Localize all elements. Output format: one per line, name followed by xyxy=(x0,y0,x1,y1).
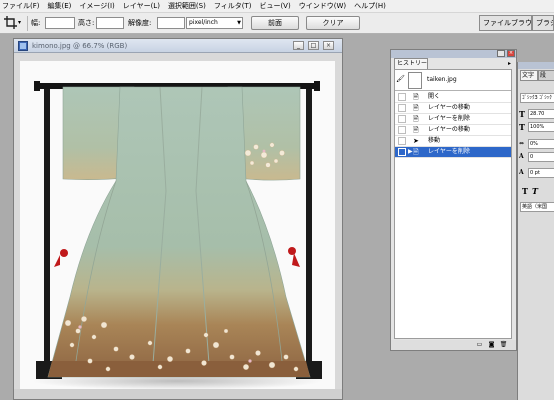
brushes-tab[interactable]: ブラシ xyxy=(532,15,554,31)
history-state-label: レイヤーの移動 xyxy=(428,104,470,111)
menu-view[interactable]: ビュー(V) xyxy=(255,0,294,13)
history-state-label: 移動 xyxy=(428,137,441,144)
menu-layer[interactable]: レイヤー(L) xyxy=(119,0,164,13)
history-panel: × ヒストリー ▸ 🖌 taiken.jpg 🗎 開く 🗎 レイヤーの移動 🗎 … xyxy=(390,49,517,351)
snapshot-thumbnail xyxy=(408,72,422,89)
trash-icon[interactable]: 🗑 xyxy=(499,341,508,349)
resolution-field[interactable] xyxy=(157,17,185,29)
menu-image[interactable]: イメージ(I) xyxy=(75,0,118,13)
tool-preset-caret-icon[interactable]: ▾ xyxy=(18,17,24,29)
faux-italic-icon[interactable]: T xyxy=(532,186,538,196)
history-snapshot[interactable]: 🖌 taiken.jpg xyxy=(395,70,511,91)
layer-action-icon: 🗎 xyxy=(413,115,419,123)
layer-action-icon: 🗎 xyxy=(413,126,419,134)
clear-button[interactable]: クリア xyxy=(306,16,360,30)
history-tab[interactable]: ヒストリー xyxy=(394,58,428,69)
resolution-unit-select[interactable]: pixel/inch ▼ xyxy=(186,17,243,29)
history-brush-box[interactable] xyxy=(398,126,406,134)
new-document-from-state-icon[interactable]: ▭ xyxy=(475,341,484,349)
close-icon[interactable]: × xyxy=(323,41,334,50)
crop-tool-icon[interactable] xyxy=(4,16,19,30)
layer-action-icon: 🗎 xyxy=(413,148,419,156)
history-panel-titlebar[interactable]: × xyxy=(391,50,516,58)
baseline-shift-icon: A xyxy=(519,169,524,176)
options-bar: ▾ 幅: 高さ: 解像度: pixel/inch ▼ 前面 クリア ファイルブラ… xyxy=(0,13,554,34)
history-brush-box[interactable] xyxy=(398,115,406,123)
character-tab[interactable]: 文字 xyxy=(520,70,538,81)
history-state[interactable]: 🗎 レイヤーの移動 xyxy=(395,125,511,136)
document-title: kimono.jpg @ 66.7% (RGB) xyxy=(32,42,128,50)
width-field[interactable] xyxy=(45,17,75,29)
chevron-down-icon: ▼ xyxy=(237,20,241,26)
panel-menu-arrow-icon[interactable]: ▸ xyxy=(508,60,511,67)
document-window: kimono.jpg @ 66.7% (RGB) _ □ × xyxy=(13,38,343,400)
image-canvas[interactable] xyxy=(20,61,335,389)
document-status-bar xyxy=(14,389,342,399)
menu-help[interactable]: ヘルプ(H) xyxy=(350,0,390,13)
resolution-label: 解像度: xyxy=(128,19,152,27)
font-size-field[interactable]: 28.70 xyxy=(528,109,554,119)
width-label: 幅: xyxy=(31,19,41,27)
kerning-field[interactable]: 0 xyxy=(528,152,554,162)
document-title-bar[interactable]: kimono.jpg @ 66.7% (RGB) _ □ × xyxy=(14,39,342,53)
height-field[interactable] xyxy=(96,17,124,29)
history-state[interactable]: 🗎 レイヤーを削除 xyxy=(395,114,511,125)
new-snapshot-icon[interactable]: ◙ xyxy=(487,341,496,349)
history-brush-box[interactable] xyxy=(398,137,406,145)
open-doc-icon: 🗎 xyxy=(413,93,419,101)
baseline-shift-field[interactable]: 0 pt xyxy=(528,168,554,178)
snapshot-label: taiken.jpg xyxy=(427,76,457,83)
history-state[interactable]: 🗎 開く xyxy=(395,92,511,103)
font-size-icon: T xyxy=(519,109,525,119)
character-panel-titlebar[interactable] xyxy=(518,62,554,69)
tracking-field[interactable]: 0% xyxy=(528,139,554,149)
history-brush-box[interactable] xyxy=(398,93,406,101)
menu-file[interactable]: ファイル(F) xyxy=(0,0,44,13)
history-state[interactable]: 🗎 レイヤーの移動 xyxy=(395,103,511,114)
history-state[interactable]: ➤ 移動 xyxy=(395,136,511,147)
history-state-label: レイヤーを削除 xyxy=(428,148,470,155)
maximize-icon[interactable]: □ xyxy=(308,41,319,50)
panel-close-icon[interactable]: × xyxy=(507,50,515,57)
menu-window[interactable]: ウインドウ(W) xyxy=(295,0,350,13)
front-image-button[interactable]: 前面 xyxy=(251,16,299,30)
history-state-label: レイヤーの移動 xyxy=(428,126,470,133)
palette-well-background xyxy=(517,34,554,62)
minimize-icon[interactable]: _ xyxy=(293,41,304,50)
paragraph-tab[interactable]: 段 xyxy=(538,70,554,81)
menu-edit[interactable]: 編集(E) xyxy=(44,0,76,13)
layer-action-icon: 🗎 xyxy=(413,104,419,112)
character-panel: 文字 段 ｺﾞｼｯｸ3 ｺﾞｼｯｸ T 28.70 T 100% ⇔ 0% A … xyxy=(517,62,554,400)
history-state-selected[interactable]: ▶ 🗎 レイヤーを削除 xyxy=(395,147,511,158)
menu-bar: ファイル(F) 編集(E) イメージ(I) レイヤー(L) 選択範囲(S) フィ… xyxy=(0,0,554,13)
height-label: 高さ: xyxy=(78,19,95,27)
resolution-unit-value: pixel/inch xyxy=(189,19,218,26)
photoshop-doc-icon xyxy=(18,41,28,51)
history-brush-box[interactable] xyxy=(398,104,406,112)
faux-bold-icon[interactable]: T xyxy=(522,186,528,196)
menu-filter[interactable]: フィルタ(T) xyxy=(210,0,256,13)
current-state-arrow-icon: ▶ xyxy=(408,148,413,155)
tracking-icon: ⇔ xyxy=(519,140,525,147)
history-list: 🖌 taiken.jpg 🗎 開く 🗎 レイヤーの移動 🗎 レイヤーを削除 🗎 … xyxy=(394,69,512,339)
history-state-label: レイヤーを削除 xyxy=(428,115,470,122)
kerning-icon: A xyxy=(519,153,524,160)
history-brush-source-icon[interactable]: 🖌 xyxy=(396,75,405,83)
history-state-label: 開く xyxy=(428,93,441,100)
separator xyxy=(27,16,28,31)
language-field[interactable]: 英語（米国 xyxy=(520,202,554,212)
history-brush-box[interactable] xyxy=(398,148,406,156)
panel-minimize-icon[interactable] xyxy=(497,50,505,57)
file-browser-tab[interactable]: ファイルブラウザ xyxy=(479,15,532,31)
font-family-field[interactable]: ｺﾞｼｯｸ3 ｺﾞｼｯｸ xyxy=(520,93,554,103)
menu-select[interactable]: 選択範囲(S) xyxy=(164,0,210,13)
move-tool-icon: ➤ xyxy=(413,137,419,145)
history-panel-footer: ▭ ◙ 🗑 xyxy=(391,340,516,350)
vertical-scale-icon: T xyxy=(519,122,525,132)
vertical-scale-field[interactable]: 100% xyxy=(528,122,554,132)
kimono-image xyxy=(32,81,322,389)
